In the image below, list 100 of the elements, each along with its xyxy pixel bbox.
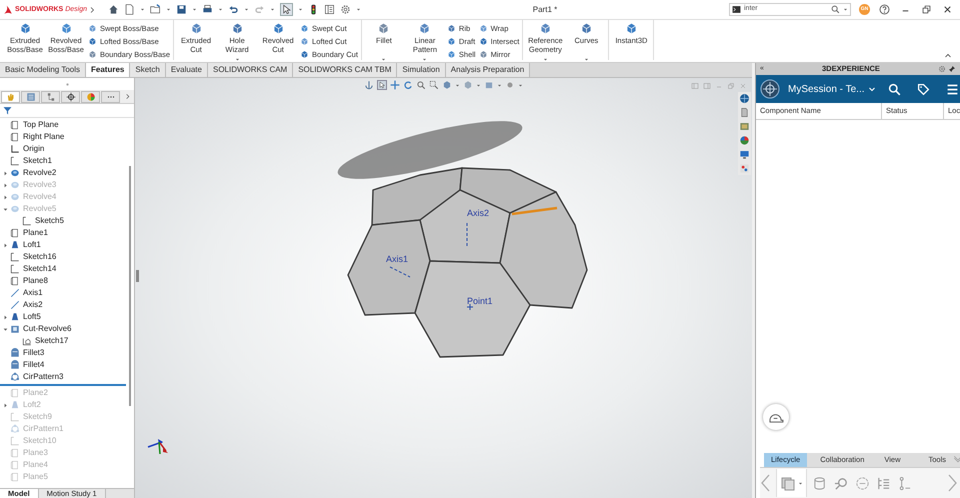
tree-item[interactable]: Sketch17 xyxy=(35,335,68,347)
tree-item[interactable]: Sketch5 xyxy=(35,215,64,227)
tree-item[interactable]: Sketch14 xyxy=(23,263,56,275)
globe-icon[interactable] xyxy=(739,93,750,104)
tree-item[interactable]: Origin xyxy=(23,143,44,155)
tree-item[interactable]: Revolve2 xyxy=(23,167,56,179)
document-icon[interactable] xyxy=(124,4,135,15)
restore-icon[interactable] xyxy=(921,4,932,15)
chat-button[interactable] xyxy=(763,404,789,430)
move-icon[interactable] xyxy=(390,80,400,90)
caret-right-icon[interactable] xyxy=(2,194,8,200)
pin-icon[interactable] xyxy=(948,65,956,73)
viewport[interactable]: Axis2 Axis1 Point1 xyxy=(135,78,752,498)
tile-right-icon[interactable] xyxy=(703,82,711,90)
caret-down-icon[interactable] xyxy=(2,206,8,212)
scrollbar[interactable] xyxy=(129,166,131,406)
tree-list-icon[interactable] xyxy=(876,476,891,490)
tree-item[interactable]: Loft5 xyxy=(23,311,41,323)
command-tab[interactable]: Evaluate xyxy=(166,63,208,77)
caret-down-icon[interactable] xyxy=(2,326,8,332)
chevron-right-icon[interactable] xyxy=(88,6,96,14)
caret-icon[interactable] xyxy=(356,7,361,12)
folder-icon[interactable] xyxy=(150,4,161,15)
caret-icon[interactable] xyxy=(218,7,223,12)
collapse-ribbon-icon[interactable] xyxy=(944,52,952,60)
compass-logo-icon[interactable] xyxy=(760,79,780,99)
menu-icon[interactable] xyxy=(946,82,959,96)
caret-icon[interactable] xyxy=(843,7,848,12)
tree-item[interactable]: Axis1 xyxy=(23,287,43,299)
tree-item[interactable]: Top Plane xyxy=(23,119,59,131)
caret-icon[interactable] xyxy=(270,7,275,12)
caret-icon[interactable] xyxy=(140,7,145,12)
connector-icon[interactable] xyxy=(897,476,912,490)
printer-icon[interactable] xyxy=(202,4,213,15)
tree-item[interactable]: Fillet4 xyxy=(23,359,44,371)
settings-icon[interactable] xyxy=(938,65,946,73)
tree-item[interactable]: Axis2 xyxy=(23,299,43,311)
chevron-right-icon[interactable] xyxy=(124,93,131,100)
tree-item[interactable]: Loft1 xyxy=(23,239,41,251)
cube-icon[interactable] xyxy=(442,80,452,90)
tree-item[interactable]: Plane8 xyxy=(23,275,48,287)
axis-line[interactable] xyxy=(466,222,468,248)
command-tab[interactable]: Basic Modeling Tools xyxy=(0,63,86,77)
save-icon[interactable] xyxy=(176,4,187,15)
axis-line[interactable] xyxy=(390,266,410,278)
zoom-area-icon[interactable] xyxy=(429,80,439,90)
search-icon[interactable] xyxy=(888,82,901,96)
tree-item[interactable]: Cut-Revolve6 xyxy=(23,323,72,335)
caret-icon[interactable] xyxy=(244,7,249,12)
command-tab[interactable]: Sketch xyxy=(130,63,166,77)
library-icon[interactable] xyxy=(739,121,750,132)
tile-left-icon[interactable] xyxy=(691,82,699,90)
search-icon[interactable] xyxy=(831,5,840,14)
caret-icon[interactable] xyxy=(192,7,197,12)
splitter-handle-icon[interactable] xyxy=(136,270,139,282)
panel-icon[interactable] xyxy=(324,4,335,15)
caret-icon[interactable] xyxy=(518,82,523,88)
house-icon[interactable] xyxy=(108,4,119,15)
pointer-icon[interactable] xyxy=(280,3,293,16)
magnifier-icon[interactable] xyxy=(834,476,849,490)
session-dropdown[interactable]: MySession - Te... xyxy=(788,82,876,96)
caret-right-icon[interactable] xyxy=(2,314,8,320)
help-icon[interactable] xyxy=(879,4,890,15)
tree-item[interactable]: Right Plane xyxy=(23,131,64,143)
close-icon[interactable] xyxy=(942,4,953,15)
pointer-icon[interactable] xyxy=(377,80,387,90)
caret-icon[interactable] xyxy=(166,7,171,12)
point-marker[interactable] xyxy=(466,304,474,310)
monitor-icon[interactable] xyxy=(739,149,750,160)
caret-icon[interactable] xyxy=(497,82,502,88)
tree-item[interactable]: Fillet3 xyxy=(23,347,44,359)
anchor-icon[interactable] xyxy=(364,80,374,90)
filter-icon[interactable] xyxy=(3,106,12,115)
rotate-icon[interactable] xyxy=(403,80,413,90)
tree-item[interactable]: CirPattern3 xyxy=(23,371,64,383)
document-icon[interactable] xyxy=(739,107,750,118)
caret-icon[interactable] xyxy=(455,82,460,88)
zoom-icon[interactable] xyxy=(416,80,426,90)
tag-icon[interactable] xyxy=(916,82,930,96)
panel-tab[interactable] xyxy=(61,90,80,102)
caret-icon[interactable] xyxy=(298,7,303,12)
command-tab[interactable]: SOLIDWORKS CAM xyxy=(208,63,294,77)
caret-right-icon[interactable] xyxy=(2,402,8,408)
tree-item[interactable]: Sketch16 xyxy=(23,251,56,263)
stack-icon[interactable] xyxy=(780,475,796,491)
caret-right-icon[interactable] xyxy=(2,242,8,248)
caret-right-icon[interactable] xyxy=(2,182,8,188)
command-tab[interactable]: Simulation xyxy=(397,63,446,77)
command-tab[interactable]: Features xyxy=(86,63,130,77)
color-wheel-icon[interactable] xyxy=(739,135,750,146)
caret-icon[interactable] xyxy=(476,82,481,88)
tree-item[interactable]: Sketch1 xyxy=(23,155,52,167)
settings-icon[interactable] xyxy=(340,4,351,15)
caret-right-icon[interactable] xyxy=(2,170,8,176)
command-tab[interactable]: Analysis Preparation xyxy=(446,63,530,77)
tree-item[interactable]: Plane1 xyxy=(23,227,48,239)
part-model-drawing[interactable] xyxy=(338,121,588,358)
caret-icon[interactable] xyxy=(798,480,803,486)
command-tab[interactable]: SOLIDWORKS CAM TBM xyxy=(293,63,398,77)
undo-icon[interactable] xyxy=(228,4,239,15)
